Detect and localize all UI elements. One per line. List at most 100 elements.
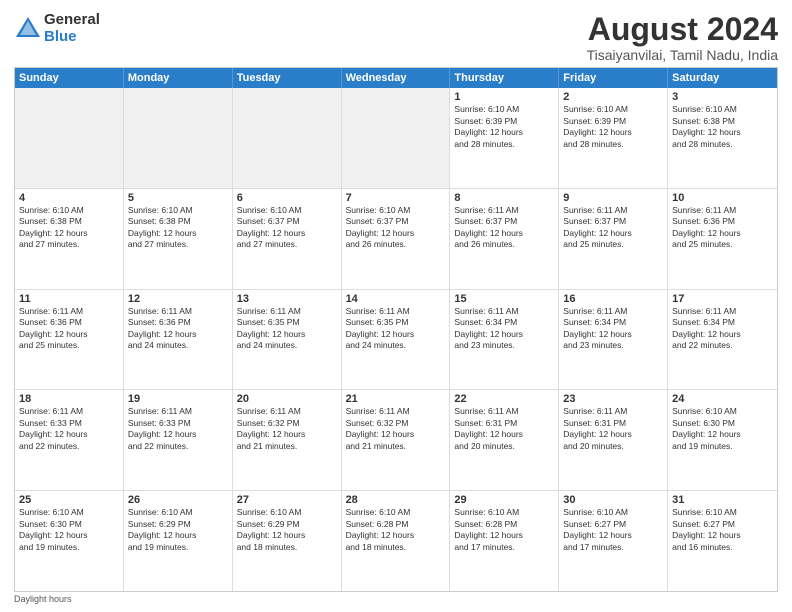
calendar-cell: 30Sunrise: 6:10 AM Sunset: 6:27 PM Dayli… [559, 491, 668, 591]
cell-info: Sunrise: 6:11 AM Sunset: 6:34 PM Dayligh… [672, 306, 773, 352]
day-number: 3 [672, 91, 773, 103]
cell-info: Sunrise: 6:11 AM Sunset: 6:34 PM Dayligh… [454, 306, 554, 352]
day-number: 16 [563, 293, 663, 305]
calendar-row: 1Sunrise: 6:10 AM Sunset: 6:39 PM Daylig… [15, 88, 777, 189]
cell-info: Sunrise: 6:11 AM Sunset: 6:37 PM Dayligh… [454, 205, 554, 251]
day-number: 21 [346, 393, 446, 405]
calendar-cell: 6Sunrise: 6:10 AM Sunset: 6:37 PM Daylig… [233, 189, 342, 289]
day-number: 5 [128, 192, 228, 204]
cell-info: Sunrise: 6:11 AM Sunset: 6:37 PM Dayligh… [563, 205, 663, 251]
calendar-cell: 19Sunrise: 6:11 AM Sunset: 6:33 PM Dayli… [124, 390, 233, 490]
calendar-body: 1Sunrise: 6:10 AM Sunset: 6:39 PM Daylig… [15, 88, 777, 591]
cell-info: Sunrise: 6:10 AM Sunset: 6:39 PM Dayligh… [454, 104, 554, 150]
calendar-cell [233, 88, 342, 188]
day-number: 30 [563, 494, 663, 506]
calendar-header-cell: Friday [559, 68, 668, 88]
cell-info: Sunrise: 6:10 AM Sunset: 6:28 PM Dayligh… [454, 507, 554, 553]
cell-info: Sunrise: 6:11 AM Sunset: 6:35 PM Dayligh… [237, 306, 337, 352]
logo-blue-label: Blue [44, 29, 100, 46]
calendar-header: SundayMondayTuesdayWednesdayThursdayFrid… [15, 68, 777, 88]
calendar-row: 11Sunrise: 6:11 AM Sunset: 6:36 PM Dayli… [15, 290, 777, 391]
calendar-row: 4Sunrise: 6:10 AM Sunset: 6:38 PM Daylig… [15, 189, 777, 290]
logo-general-label: General [44, 12, 100, 29]
day-number: 19 [128, 393, 228, 405]
day-number: 26 [128, 494, 228, 506]
calendar-row: 25Sunrise: 6:10 AM Sunset: 6:30 PM Dayli… [15, 491, 777, 591]
calendar-cell: 14Sunrise: 6:11 AM Sunset: 6:35 PM Dayli… [342, 290, 451, 390]
cell-info: Sunrise: 6:10 AM Sunset: 6:38 PM Dayligh… [19, 205, 119, 251]
cell-info: Sunrise: 6:10 AM Sunset: 6:29 PM Dayligh… [237, 507, 337, 553]
calendar: SundayMondayTuesdayWednesdayThursdayFrid… [14, 67, 778, 592]
calendar-cell: 2Sunrise: 6:10 AM Sunset: 6:39 PM Daylig… [559, 88, 668, 188]
header: General Blue August 2024 Tisaiyanvilai, … [14, 12, 778, 63]
subtitle: Tisaiyanvilai, Tamil Nadu, India [587, 47, 778, 63]
main-title: August 2024 [587, 12, 778, 47]
page: General Blue August 2024 Tisaiyanvilai, … [0, 0, 792, 612]
day-number: 18 [19, 393, 119, 405]
cell-info: Sunrise: 6:10 AM Sunset: 6:30 PM Dayligh… [672, 406, 773, 452]
calendar-cell: 22Sunrise: 6:11 AM Sunset: 6:31 PM Dayli… [450, 390, 559, 490]
calendar-cell: 13Sunrise: 6:11 AM Sunset: 6:35 PM Dayli… [233, 290, 342, 390]
cell-info: Sunrise: 6:10 AM Sunset: 6:27 PM Dayligh… [672, 507, 773, 553]
calendar-cell: 3Sunrise: 6:10 AM Sunset: 6:38 PM Daylig… [668, 88, 777, 188]
day-number: 25 [19, 494, 119, 506]
day-number: 6 [237, 192, 337, 204]
day-number: 2 [563, 91, 663, 103]
calendar-cell: 17Sunrise: 6:11 AM Sunset: 6:34 PM Dayli… [668, 290, 777, 390]
calendar-cell: 23Sunrise: 6:11 AM Sunset: 6:31 PM Dayli… [559, 390, 668, 490]
calendar-cell: 4Sunrise: 6:10 AM Sunset: 6:38 PM Daylig… [15, 189, 124, 289]
day-number: 27 [237, 494, 337, 506]
day-number: 20 [237, 393, 337, 405]
day-number: 29 [454, 494, 554, 506]
day-number: 24 [672, 393, 773, 405]
calendar-cell: 27Sunrise: 6:10 AM Sunset: 6:29 PM Dayli… [233, 491, 342, 591]
calendar-header-cell: Thursday [450, 68, 559, 88]
calendar-cell: 12Sunrise: 6:11 AM Sunset: 6:36 PM Dayli… [124, 290, 233, 390]
calendar-cell: 11Sunrise: 6:11 AM Sunset: 6:36 PM Dayli… [15, 290, 124, 390]
cell-info: Sunrise: 6:11 AM Sunset: 6:36 PM Dayligh… [672, 205, 773, 251]
day-number: 17 [672, 293, 773, 305]
cell-info: Sunrise: 6:11 AM Sunset: 6:34 PM Dayligh… [563, 306, 663, 352]
calendar-cell: 15Sunrise: 6:11 AM Sunset: 6:34 PM Dayli… [450, 290, 559, 390]
day-number: 31 [672, 494, 773, 506]
day-number: 11 [19, 293, 119, 305]
calendar-header-cell: Wednesday [342, 68, 451, 88]
day-number: 13 [237, 293, 337, 305]
calendar-cell [342, 88, 451, 188]
calendar-cell: 7Sunrise: 6:10 AM Sunset: 6:37 PM Daylig… [342, 189, 451, 289]
day-number: 1 [454, 91, 554, 103]
day-number: 7 [346, 192, 446, 204]
day-number: 28 [346, 494, 446, 506]
cell-info: Sunrise: 6:10 AM Sunset: 6:27 PM Dayligh… [563, 507, 663, 553]
calendar-cell: 21Sunrise: 6:11 AM Sunset: 6:32 PM Dayli… [342, 390, 451, 490]
day-number: 9 [563, 192, 663, 204]
day-number: 8 [454, 192, 554, 204]
footnote: Daylight hours [14, 592, 778, 604]
cell-info: Sunrise: 6:11 AM Sunset: 6:33 PM Dayligh… [128, 406, 228, 452]
cell-info: Sunrise: 6:10 AM Sunset: 6:38 PM Dayligh… [672, 104, 773, 150]
calendar-cell: 24Sunrise: 6:10 AM Sunset: 6:30 PM Dayli… [668, 390, 777, 490]
calendar-cell: 8Sunrise: 6:11 AM Sunset: 6:37 PM Daylig… [450, 189, 559, 289]
calendar-cell [124, 88, 233, 188]
cell-info: Sunrise: 6:11 AM Sunset: 6:36 PM Dayligh… [19, 306, 119, 352]
calendar-cell: 28Sunrise: 6:10 AM Sunset: 6:28 PM Dayli… [342, 491, 451, 591]
calendar-header-cell: Tuesday [233, 68, 342, 88]
calendar-cell [15, 88, 124, 188]
calendar-cell: 16Sunrise: 6:11 AM Sunset: 6:34 PM Dayli… [559, 290, 668, 390]
cell-info: Sunrise: 6:10 AM Sunset: 6:37 PM Dayligh… [237, 205, 337, 251]
cell-info: Sunrise: 6:10 AM Sunset: 6:39 PM Dayligh… [563, 104, 663, 150]
calendar-cell: 1Sunrise: 6:10 AM Sunset: 6:39 PM Daylig… [450, 88, 559, 188]
cell-info: Sunrise: 6:10 AM Sunset: 6:28 PM Dayligh… [346, 507, 446, 553]
cell-info: Sunrise: 6:11 AM Sunset: 6:31 PM Dayligh… [563, 406, 663, 452]
logo-text: General Blue [44, 12, 100, 45]
cell-info: Sunrise: 6:10 AM Sunset: 6:30 PM Dayligh… [19, 507, 119, 553]
cell-info: Sunrise: 6:10 AM Sunset: 6:37 PM Dayligh… [346, 205, 446, 251]
calendar-cell: 9Sunrise: 6:11 AM Sunset: 6:37 PM Daylig… [559, 189, 668, 289]
day-number: 14 [346, 293, 446, 305]
calendar-cell: 20Sunrise: 6:11 AM Sunset: 6:32 PM Dayli… [233, 390, 342, 490]
calendar-cell: 5Sunrise: 6:10 AM Sunset: 6:38 PM Daylig… [124, 189, 233, 289]
cell-info: Sunrise: 6:11 AM Sunset: 6:32 PM Dayligh… [237, 406, 337, 452]
calendar-header-cell: Monday [124, 68, 233, 88]
day-number: 12 [128, 293, 228, 305]
calendar-cell: 29Sunrise: 6:10 AM Sunset: 6:28 PM Dayli… [450, 491, 559, 591]
